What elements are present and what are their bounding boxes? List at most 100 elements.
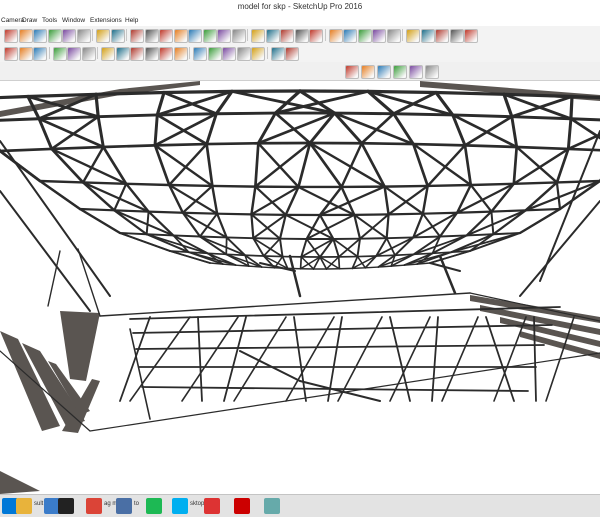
3d-text-icon[interactable] (421, 29, 435, 43)
frame-member (389, 186, 428, 214)
window-title: model for skp - SketchUp Pro 2016 (0, 2, 600, 11)
frame-member (512, 117, 517, 147)
frame-member (310, 143, 342, 187)
section-icon[interactable] (33, 47, 47, 61)
redo-icon[interactable] (77, 29, 91, 43)
push-pull-icon[interactable] (266, 29, 280, 43)
menu-extensions[interactable]: Extensions (90, 16, 122, 26)
zoom-extents-icon[interactable] (116, 47, 130, 61)
toolbar-separator (267, 47, 268, 59)
frame-member (147, 212, 149, 235)
layout-icon[interactable] (285, 47, 299, 61)
frame-member (155, 144, 207, 145)
line-icon[interactable] (130, 29, 144, 43)
style-icon[interactable] (4, 47, 18, 61)
component-icon[interactable] (435, 29, 449, 43)
extension-icon[interactable] (271, 47, 285, 61)
frame-member (491, 210, 525, 211)
iso-view-icon[interactable] (345, 65, 359, 79)
follow-me-icon[interactable] (295, 29, 309, 43)
frame-member (217, 214, 251, 215)
frame-member (52, 147, 104, 149)
stamp-icon[interactable] (222, 47, 236, 61)
top-view-icon[interactable] (361, 65, 375, 79)
drape-icon[interactable] (237, 47, 251, 61)
undo-icon[interactable] (62, 29, 76, 43)
frame-member (183, 213, 200, 237)
sandbox-icon[interactable] (193, 47, 207, 61)
menu-window[interactable]: Window (62, 16, 85, 26)
pie-icon[interactable] (232, 29, 246, 43)
freehand-icon[interactable] (145, 29, 159, 43)
frame-member (149, 212, 174, 236)
frame-member (280, 239, 283, 257)
frame-member (320, 239, 333, 257)
rectangle-icon[interactable] (159, 29, 173, 43)
terrain-icon[interactable] (208, 47, 222, 61)
frame-member (568, 149, 600, 151)
toolbar-separator (97, 47, 98, 59)
frame-member (212, 186, 217, 214)
pan-icon[interactable] (67, 47, 81, 61)
frame-member (432, 317, 438, 401)
frame-member (428, 185, 471, 186)
x-ray-icon[interactable] (450, 29, 464, 43)
frame-member (376, 255, 395, 256)
frame-member (0, 191, 90, 311)
select-icon[interactable] (4, 29, 18, 43)
frame-member (571, 97, 572, 119)
rotate-icon[interactable] (280, 29, 294, 43)
text-icon[interactable] (358, 29, 372, 43)
walk-icon[interactable] (145, 47, 159, 61)
frame-member (251, 187, 255, 215)
move-icon[interactable] (251, 29, 265, 43)
frame-member (98, 115, 157, 117)
menu-camera[interactable]: Camera (1, 16, 24, 26)
geodesic-model[interactable] (0, 81, 600, 494)
frame-member (96, 94, 98, 116)
model-info-icon[interactable] (111, 29, 125, 43)
position-camera-icon[interactable] (174, 47, 188, 61)
zoom-icon[interactable] (82, 47, 96, 61)
tape-measure-icon[interactable] (343, 29, 357, 43)
protractor-icon[interactable] (387, 29, 401, 43)
frame-member (471, 185, 492, 212)
circle-icon[interactable] (188, 29, 202, 43)
zoom-window-icon[interactable] (101, 47, 115, 61)
look-around-icon[interactable] (159, 47, 173, 61)
model-viewport[interactable] (0, 81, 600, 494)
acrobat-icon (234, 498, 250, 514)
frame-member (512, 117, 571, 119)
frame-member (413, 144, 465, 145)
hide-icon[interactable] (48, 29, 62, 43)
frame-member (183, 213, 217, 214)
frame-member (557, 182, 560, 209)
back-view-icon[interactable] (409, 65, 423, 79)
left-view-icon[interactable] (425, 65, 439, 79)
polygon-icon[interactable] (203, 29, 217, 43)
print-icon[interactable] (96, 29, 110, 43)
spotify-icon (146, 498, 162, 514)
menu-draw[interactable]: Draw (22, 16, 37, 26)
offset-icon[interactable] (329, 29, 343, 43)
orbit-icon[interactable] (53, 47, 67, 61)
frame-member (339, 257, 340, 269)
scale-icon[interactable] (309, 29, 323, 43)
front-view-icon[interactable] (377, 65, 391, 79)
paint-bucket-icon[interactable] (33, 29, 47, 43)
arc-icon[interactable] (217, 29, 231, 43)
warehouse-icon[interactable] (251, 47, 265, 61)
chrome-icon (86, 498, 102, 514)
eraser-icon[interactable] (19, 29, 33, 43)
shadow-icon[interactable] (464, 29, 478, 43)
menu-tools[interactable]: Tools (42, 16, 57, 26)
fog-icon[interactable] (19, 47, 33, 61)
previous-view-icon[interactable] (130, 47, 144, 61)
frame-member (78, 249, 100, 316)
rotated-rectangle-icon[interactable] (174, 29, 188, 43)
right-view-icon[interactable] (393, 65, 407, 79)
axes-icon[interactable] (406, 29, 420, 43)
dimension-icon[interactable] (372, 29, 386, 43)
frame-member (471, 184, 514, 185)
menu-help[interactable]: Help (125, 16, 138, 26)
